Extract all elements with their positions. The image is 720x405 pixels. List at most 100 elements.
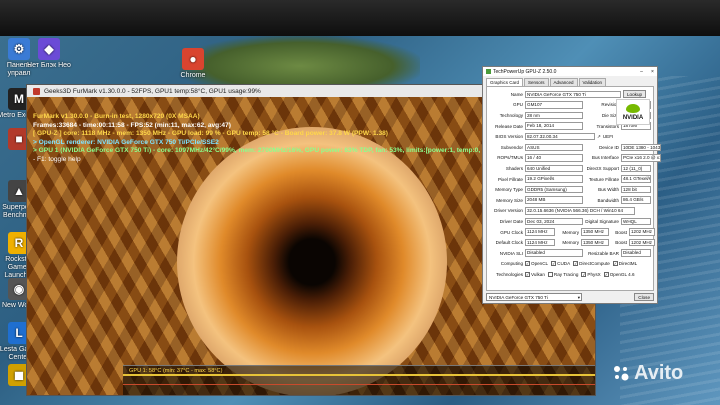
gpuz-window-title: TechPowerUp GPU-Z 2.50.0 <box>493 68 557 75</box>
checkbox-ray-tracing[interactable]: Ray Tracing <box>547 271 579 277</box>
desktop-icon[interactable]: ◆ Нет Блэк Нео <box>26 38 72 70</box>
tab-graphics-card[interactable]: Graphics Card <box>486 78 524 86</box>
gpuz-row: Name NVIDIA GeForce GTX 750 Ti Lookup <box>489 89 651 100</box>
gpuz-row-label: ROPs/TMUs <box>497 155 523 161</box>
gpuz-row-subvalue: 1350 MHz <box>581 238 609 247</box>
gpuz-row-value: Disabled <box>525 249 583 257</box>
gpuz-row: Memory Size 2048 MB Bandwidth 86.4 GB/s <box>489 195 651 206</box>
minimize-icon[interactable]: – <box>637 69 646 75</box>
fur-donut-render <box>177 127 447 395</box>
furmark-overlay-text: FurMark v1.30.0.0 - Burn-in test, 1280x7… <box>33 113 520 165</box>
gpuz-row-label: Technology <box>499 112 523 118</box>
gpuz-row-label: Pixel Fillrate <box>497 176 523 182</box>
checkbox-label: Ray Tracing <box>553 271 579 277</box>
gpuz-row-value: Feb 18, 2014 <box>525 122 583 130</box>
gpuz-row-subvalue: 12 (11_0) <box>621 164 651 173</box>
checkbox-box: ✓ <box>612 261 618 267</box>
gpuz-row-value: 640 Unified <box>525 164 583 173</box>
gpuz-row-subvalue: 128 bit <box>621 185 651 194</box>
checkbox-cuda[interactable]: ✓ CUDA <box>551 261 571 267</box>
checkbox-label: CUDA <box>557 261 571 267</box>
checkbox-box <box>547 271 553 277</box>
gpuz-row-value: 16 / 40 <box>525 154 583 162</box>
gpuz-row-value: GDDR5 (Samsung) <box>525 185 583 194</box>
checkbox-box: ✓ <box>581 271 587 277</box>
gpuz-row-subvalue: 1350 MHz <box>581 228 609 236</box>
gpuz-row-label: NVIDIA SLI <box>499 250 523 256</box>
avito-dots-icon <box>614 366 629 381</box>
gpuz-row: GPU Clock 1124 MHz Memory 1350 MHz Boost 1202… <box>489 227 655 238</box>
gpuz-row: Pixel Fillrate 19.2 GPixel/s Texture Fillr… <box>489 174 651 185</box>
checkbox-directml[interactable]: ✓ DirectML <box>612 261 637 267</box>
checkbox-opencl[interactable]: ✓ OpenCL <box>525 261 548 267</box>
gpuz-row-sublabel: Bus Interface <box>591 155 619 161</box>
gpuz-row-sublabel: Boost <box>615 240 627 246</box>
gpu-selector-dropdown[interactable]: NVIDIA GeForce GTX 750 Ti <box>486 293 582 301</box>
gpuz-row-value: 2048 MB <box>525 196 583 204</box>
gpuz-row-value: ASUS <box>525 143 583 152</box>
gpuz-row-label: Default Clock <box>495 240 523 246</box>
gpuz-row-sublabel: Bandwidth <box>597 197 619 203</box>
share-icon[interactable]: ↗ <box>597 134 601 140</box>
checkbox-label: PhysX <box>587 271 601 277</box>
gpuz-row-label: Subvendor <box>500 144 523 150</box>
checkbox-directcompute[interactable]: ✓ DirectCompute <box>573 261 610 267</box>
desktop-icon[interactable]: ● Chrome <box>170 48 216 80</box>
gpuz-row-sublabel: Device ID <box>599 144 619 150</box>
temperature-graph: GPU 1: 58°C (min: 37°C - max: 58°C) <box>123 365 595 395</box>
gpuz-row-subvalue: PCIe x16 2.0 @ x16 2.0 <box>621 154 661 162</box>
tab-advanced[interactable]: Advanced <box>549 78 578 86</box>
gpuz-row: Driver Date Dec 03, 2024 Digital Signature… <box>489 216 651 227</box>
gpuz-row-sublabel: Texture Fillrate <box>588 176 619 182</box>
uefi-checkbox: UEFI <box>602 134 614 140</box>
gpuz-row-sublabel: DirectX Support <box>586 165 619 171</box>
tab-sensors[interactable]: Sensors <box>524 78 549 86</box>
gpuz-row-label: Memory Type <box>495 187 523 193</box>
checkbox-vulkan[interactable]: ✓ Vulkan <box>525 271 545 277</box>
gpuz-row-label: Shaders <box>505 165 523 171</box>
gpuz-titlebar[interactable]: TechPowerUp GPU-Z 2.50.0 – × <box>483 67 657 76</box>
gpuz-row-sublabel: Memory <box>562 229 579 235</box>
monitor-bezel <box>0 0 720 36</box>
gpuz-row-value: 28 nm <box>525 111 583 120</box>
gpuz-tab-bar: Graphics Card Sensors Advanced Validation <box>483 76 657 86</box>
checkbox-box: ✓ <box>525 271 530 277</box>
gpuz-row: Shaders 640 Unified DirectX Support 12 (11_… <box>489 163 651 174</box>
gpuz-row-label: Driver Date <box>499 218 523 224</box>
gpuz-row-subvalue: 1202 MHz <box>629 228 655 236</box>
technologies-row: Technologies ✓ Vulkan Ray Tracing ✓ PhysX ✓ Op… <box>489 269 651 280</box>
checkbox-box: ✓ <box>573 261 579 267</box>
gpuz-window[interactable]: TechPowerUp GPU-Z 2.50.0 – × Graphics Ca… <box>482 66 661 304</box>
desktop-icon-label: Chrome <box>180 72 206 79</box>
overlay-help: - F1: toggle help <box>33 155 81 163</box>
gpuz-row-sublabel: Digital Signature <box>585 218 619 224</box>
checkbox-label: OpenGL 4.6 <box>609 271 635 277</box>
gpuz-row-value: 19.2 GPixel/s <box>525 175 583 183</box>
gpuz-row: ROPs/TMUs 16 / 40 Bus Interface PCIe x16 2.… <box>489 153 661 164</box>
gpuz-row-label: Name <box>510 91 523 97</box>
close-icon[interactable]: × <box>648 69 657 75</box>
gpuz-row-subvalue: 86.4 GB/s <box>621 196 651 204</box>
checkbox-box: ✓ <box>525 261 530 267</box>
gpuz-row-value: 1124 MHz <box>525 238 555 247</box>
gpuz-row: NVIDIA SLI Disabled Resizable BAR Disabled <box>489 248 651 259</box>
gpuz-row-sublabel: Transistors <box>596 123 619 129</box>
gpuz-row-value: 1124 MHz <box>525 228 555 236</box>
desktop-app-icon: ◆ <box>38 38 60 60</box>
gpuz-row-value: GM107 <box>525 101 583 109</box>
checkbox-physx[interactable]: ✓ PhysX <box>581 271 601 277</box>
temperature-graph-baseline <box>123 384 595 385</box>
computing-row: Computing ✓ OpenCL ✓ CUDA ✓ DirectCompute ✓ Dir… <box>489 259 651 270</box>
nvidia-logo: NVIDIA <box>616 99 650 125</box>
overlay-gpu1: > GPU 1 (NVIDIA GeForce GTX 750 Ti) - co… <box>33 147 521 155</box>
lookup-button[interactable]: Lookup <box>623 90 647 99</box>
furmark-app-icon <box>33 87 40 95</box>
nvidia-logo-text: NVIDIA <box>622 114 644 121</box>
gpuz-footer: NVIDIA GeForce GTX 750 Ti Close <box>483 291 657 303</box>
gpuz-row-subvalue: 48.1 GTexel/s <box>621 175 651 183</box>
checkbox-opengl-4-6[interactable]: ✓ OpenGL 4.6 <box>603 271 635 277</box>
close-button[interactable]: Close <box>634 293 654 301</box>
gpuz-row-label: Driver Version <box>494 208 523 214</box>
overlay-gpu-stats: [ GPU-Z ] core: 1118 MHz - mem: 1350 MHz… <box>33 130 388 138</box>
tab-validation[interactable]: Validation <box>578 78 606 86</box>
